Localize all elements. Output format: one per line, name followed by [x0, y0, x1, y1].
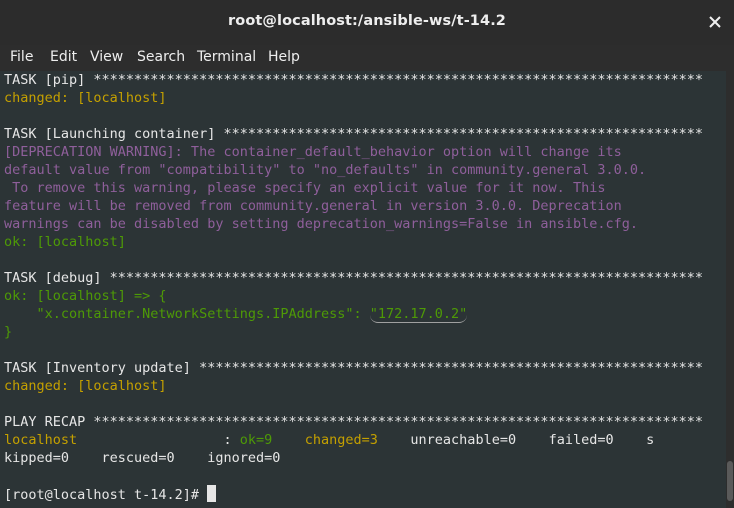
terminal-line: PLAY RECAP *****************************… — [4, 414, 703, 430]
menu-edit[interactable]: Edit — [50, 49, 77, 65]
terminal-line: TASK [Launching container] *************… — [4, 126, 703, 142]
shell-prompt: [root@localhost t-14.2]# — [4, 487, 208, 503]
terminal-line: TASK [Inventory update] ****************… — [4, 360, 703, 376]
json-key: "x.container.NetworkSettings.IPAddress": — [4, 306, 370, 322]
menu-help[interactable]: Help — [268, 49, 300, 65]
terminal-text: TASK [pip] *****************************… — [0, 71, 726, 503]
menu-file[interactable]: File — [10, 49, 33, 65]
terminal-line: warnings can be disabled by setting depr… — [4, 216, 638, 232]
terminal-line: TASK [debug] ***************************… — [4, 270, 703, 286]
terminal-line: changed: [localhost] — [4, 378, 167, 394]
terminal-line: default value from "compatibility" to "n… — [4, 162, 647, 178]
recap-rest: unreachable=0 failed=0 s — [377, 432, 655, 448]
menu-terminal[interactable]: Terminal — [197, 49, 256, 65]
terminal-line: "x.container.NetworkSettings.IPAddress":… — [4, 305, 726, 323]
recap-ok: ok=9 — [239, 432, 273, 448]
terminal-window: root@localhost:/ansible-ws/t-14.2 File E… — [0, 0, 734, 508]
text-cursor — [207, 485, 217, 502]
recap-sep: : — [77, 432, 240, 448]
menu-bar: File Edit View Search Terminal Help — [0, 45, 734, 71]
recap-gap — [272, 432, 305, 448]
terminal-line: TASK [pip] *****************************… — [4, 72, 703, 88]
scrollbar-thumb[interactable] — [727, 461, 733, 501]
title-bar[interactable]: root@localhost:/ansible-ws/t-14.2 — [0, 0, 734, 46]
scrollbar[interactable] — [726, 71, 734, 508]
recap-host: localhost — [4, 432, 78, 448]
terminal-line: kipped=0 rescued=0 ignored=0 — [4, 450, 281, 466]
menu-view[interactable]: View — [90, 49, 123, 65]
terminal-line: [DEPRECATION WARNING]: The container_def… — [4, 144, 622, 160]
menu-search[interactable]: Search — [137, 49, 185, 65]
recap-changed: changed=3 — [304, 432, 378, 448]
prompt-line[interactable]: [root@localhost t-14.2]# — [4, 485, 726, 503]
terminal-line: } — [4, 324, 13, 340]
terminal-line: changed: [localhost] — [4, 90, 167, 106]
terminal-line: To remove this warning, please specify a… — [4, 180, 606, 196]
close-icon[interactable] — [704, 11, 726, 33]
terminal-output[interactable]: TASK [pip] *****************************… — [0, 71, 726, 508]
window-title: root@localhost:/ansible-ws/t-14.2 — [228, 13, 506, 29]
terminal-line: localhost : ok=9 changed=3 unreachable=0… — [4, 431, 726, 449]
terminal-line: ok: [localhost] => { — [4, 288, 167, 304]
terminal-line: feature will be removed from community.g… — [4, 198, 622, 214]
terminal-line: ok: [localhost] — [4, 234, 126, 250]
ip-address-value: "172.17.0.2" — [369, 306, 468, 323]
